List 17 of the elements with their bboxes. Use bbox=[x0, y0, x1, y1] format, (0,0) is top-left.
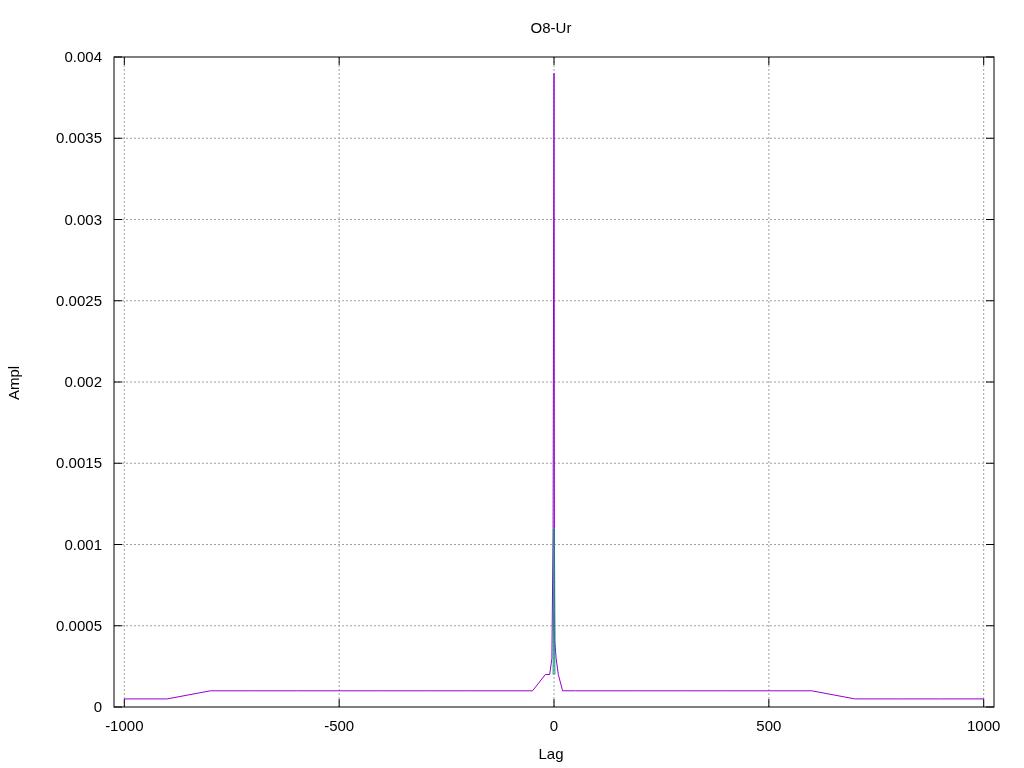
tick-label: 0.004 bbox=[64, 48, 102, 65]
tick-label: 0.001 bbox=[64, 535, 102, 553]
tick-label: 0 bbox=[93, 698, 102, 715]
tick-label: 0.0035 bbox=[56, 129, 102, 147]
tick-label: -500 bbox=[324, 717, 355, 734]
tick-label: 0.003 bbox=[64, 210, 102, 228]
tick-label: 0.0025 bbox=[56, 291, 102, 309]
axis-label: Lag bbox=[538, 745, 564, 762]
tick-label: 0 bbox=[549, 717, 559, 734]
axis-label: Ampl bbox=[5, 365, 22, 401]
tick-label: 0.002 bbox=[64, 373, 102, 390]
chart-title: O8-Ur bbox=[530, 19, 572, 36]
tick-label: 500 bbox=[756, 717, 782, 734]
tick-label: 0.0005 bbox=[56, 616, 102, 634]
tick-label: -1000 bbox=[105, 717, 144, 734]
tick-label: 1000 bbox=[967, 717, 1001, 734]
tick-label: 0.0015 bbox=[56, 454, 102, 472]
